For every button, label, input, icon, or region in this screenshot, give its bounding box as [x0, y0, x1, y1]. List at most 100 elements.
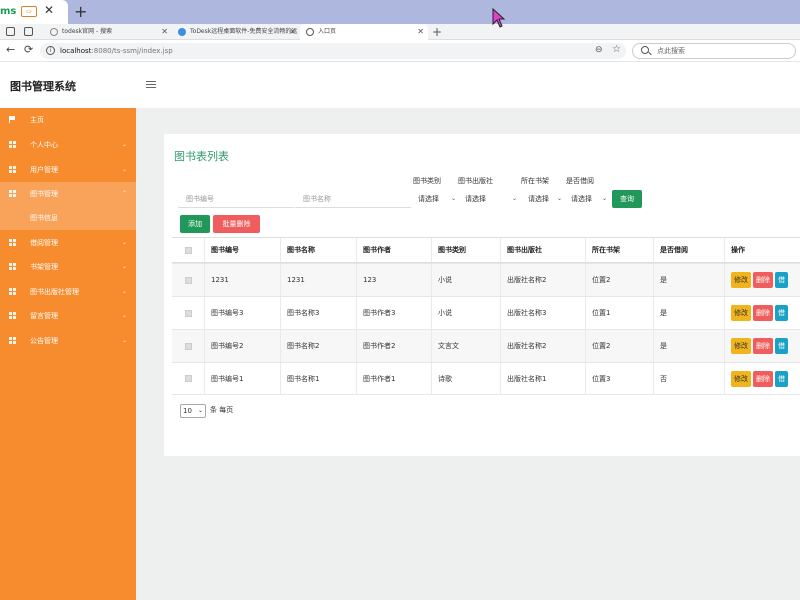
row-checkbox[interactable]: [184, 309, 192, 317]
browser-tab-todesk-site[interactable]: ToDesk远程桌面软件-免费安全流畅的远 ✕: [172, 24, 300, 40]
row-select-cell[interactable]: [172, 297, 204, 329]
window-top-strip: ms ▭ ✕ +: [0, 0, 800, 24]
row-select-cell[interactable]: [172, 330, 204, 362]
row-checkbox[interactable]: [184, 375, 192, 382]
browser-search-input[interactable]: 点此搜索: [632, 43, 796, 59]
cell-category: 小说: [431, 264, 500, 296]
book-name-input[interactable]: 图书名称: [295, 190, 411, 208]
sidebar-item-label: 用户管理: [30, 166, 58, 174]
publisher-select[interactable]: 请选择 ⌄: [461, 190, 519, 208]
column-header[interactable]: 所在书架: [585, 238, 653, 262]
reload-icon[interactable]: ⟳: [24, 43, 33, 56]
sidebar-item-publishers[interactable]: 图书出版社管理 ⌄: [0, 280, 136, 304]
borrow-button[interactable]: 借: [775, 272, 788, 288]
add-button[interactable]: 添加: [180, 215, 210, 233]
close-icon[interactable]: ✕: [417, 24, 424, 40]
sidebar-item-users[interactable]: 用户管理 ⌄: [0, 158, 136, 182]
sidebar-item-books[interactable]: 图书管理 ⌃: [0, 182, 136, 206]
app-tab-icon: ▭: [21, 6, 37, 17]
category-select[interactable]: 请选择 ⌄: [414, 190, 458, 208]
page-size-select[interactable]: 10 ⌄: [180, 404, 206, 418]
delete-button[interactable]: 删除: [753, 338, 773, 354]
app-title: 图书管理系统: [10, 80, 76, 93]
workspace-icon[interactable]: [6, 27, 15, 36]
sidebar-item-notices[interactable]: 公告管理 ⌄: [0, 329, 136, 353]
cell-shelf: 位置2: [585, 330, 653, 362]
select-value: 请选择: [465, 195, 486, 203]
column-header: 操作: [724, 238, 800, 262]
cell-book-name: 图书名称3: [280, 297, 356, 329]
edit-button[interactable]: 修改: [731, 338, 751, 354]
sidebar-subitem-label: 图书信息: [30, 214, 58, 222]
sidebar-item-home[interactable]: 主页: [0, 108, 136, 132]
column-header[interactable]: 图书编号: [204, 238, 280, 262]
chevron-down-icon: ⌄: [122, 239, 128, 246]
book-no-input[interactable]: 图书编号: [178, 190, 294, 208]
site-info-icon[interactable]: i: [46, 46, 55, 55]
column-header[interactable]: 是否借阅: [653, 238, 724, 262]
sidebar-item-profile[interactable]: 个人中心 ⌄: [0, 133, 136, 157]
delete-button[interactable]: 删除: [753, 272, 773, 288]
app-window-tab[interactable]: ms ▭ ✕: [0, 0, 68, 24]
browser-tab-entry[interactable]: 入口页 ✕: [300, 24, 428, 40]
borrow-button[interactable]: 借: [775, 305, 788, 321]
sidebar-subitem-book-info[interactable]: 图书信息: [0, 206, 136, 230]
row-checkbox[interactable]: [184, 276, 192, 284]
select-value: 请选择: [528, 195, 549, 203]
address-bar: ← ⟳ i localhost:8080/ts-ssmj/index.jsp ⊖…: [0, 40, 800, 62]
column-header[interactable]: 图书出版社: [500, 238, 585, 262]
menu-toggle-icon[interactable]: [146, 81, 156, 89]
tab-label: 入口页: [318, 28, 337, 35]
batch-delete-button[interactable]: 批量删除: [213, 215, 260, 233]
column-header[interactable]: 图书名称: [280, 238, 356, 262]
cell-author: 图书作者2: [356, 330, 431, 362]
grid-icon: [9, 337, 16, 344]
app-tab-text: ms: [0, 6, 17, 17]
cell-publisher: 出版社名称1: [500, 363, 585, 394]
sidebar-item-shelves[interactable]: 书架管理 ⌄: [0, 255, 136, 279]
chevron-down-icon: ⌄: [556, 195, 562, 202]
select-all-cell[interactable]: [172, 238, 204, 262]
row-select-cell[interactable]: [172, 363, 204, 394]
reader-mode-icon[interactable]: ⊖: [595, 45, 603, 55]
table-header-row: 图书编号 图书名称 图书作者 图书类别 图书出版社 所在书架 是否借阅 操作: [172, 237, 800, 263]
sidebar-item-label: 留言管理: [30, 312, 58, 320]
delete-button[interactable]: 删除: [753, 370, 773, 387]
select-value: 请选择: [418, 195, 439, 203]
close-icon[interactable]: ✕: [44, 3, 54, 17]
borrowed-select[interactable]: 请选择 ⌄: [567, 190, 609, 208]
page-icon: [50, 28, 58, 36]
close-icon[interactable]: ✕: [161, 24, 168, 40]
flag-icon: [9, 116, 16, 123]
delete-button[interactable]: 删除: [753, 305, 773, 321]
row-checkbox[interactable]: [184, 342, 192, 350]
table-row: 图书编号3 图书名称3 图书作者3 小说 出版社名称3 位置1 是 修改 删除借: [172, 296, 800, 329]
url-field[interactable]: i localhost:8080/ts-ssmj/index.jsp ⊖ ☆: [40, 43, 626, 59]
new-window-icon[interactable]: +: [74, 2, 87, 21]
tab-actions-icon[interactable]: [24, 27, 33, 36]
grid-icon: [9, 141, 16, 148]
cell-book-no: 图书编号1: [204, 363, 280, 394]
sidebar-item-borrow[interactable]: 借阅管理 ⌄: [0, 231, 136, 255]
edit-button[interactable]: 修改: [731, 370, 751, 387]
sidebar-item-messages[interactable]: 留言管理 ⌄: [0, 304, 136, 328]
row-select-cell[interactable]: [172, 264, 204, 296]
borrow-button[interactable]: 借: [775, 338, 788, 354]
new-tab-icon[interactable]: +: [432, 24, 442, 40]
close-icon[interactable]: ✕: [289, 24, 296, 40]
borrow-button[interactable]: 借: [775, 370, 788, 387]
back-icon[interactable]: ←: [6, 43, 15, 56]
todesk-icon: [178, 28, 186, 36]
chevron-down-icon: ⌄: [122, 288, 128, 295]
edit-button[interactable]: 修改: [731, 305, 751, 321]
shelf-select[interactable]: 请选择 ⌄: [524, 190, 564, 208]
column-header[interactable]: 图书类别: [431, 238, 500, 262]
favorite-star-icon[interactable]: ☆: [612, 44, 621, 55]
browser-tab-todesk-search[interactable]: todesk官网 - 搜索 ✕: [44, 24, 172, 40]
edit-button[interactable]: 修改: [731, 272, 751, 288]
column-header[interactable]: 图书作者: [356, 238, 431, 262]
chevron-down-icon: ⌄: [122, 263, 128, 270]
query-button[interactable]: 查询: [612, 190, 642, 208]
page-size-value: 10: [183, 407, 192, 415]
select-all-checkbox[interactable]: [184, 246, 192, 254]
